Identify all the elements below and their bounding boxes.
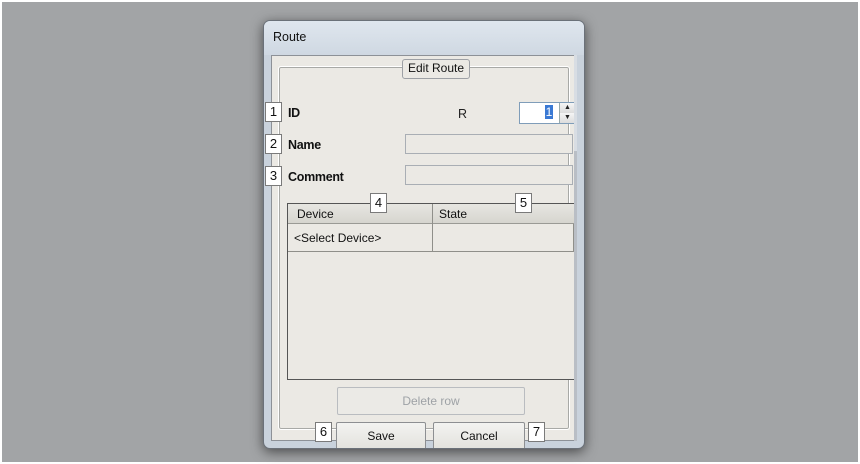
window-title: Route — [273, 30, 307, 44]
id-label: ID — [288, 106, 300, 120]
spinner-buttons: ▲ ▼ — [559, 103, 575, 123]
table-row[interactable]: <Select Device> — [288, 224, 574, 252]
spin-up-icon[interactable]: ▲ — [559, 103, 575, 113]
group-title: Edit Route — [402, 59, 471, 79]
device-cell[interactable]: <Select Device> — [294, 231, 381, 245]
scroll-thumb[interactable] — [574, 151, 577, 441]
save-button[interactable]: Save — [336, 422, 426, 448]
title-bar[interactable]: Route — [264, 21, 584, 55]
spin-down-icon[interactable]: ▼ — [559, 113, 575, 123]
callout-badge-cancel: 7 — [528, 422, 545, 442]
dialog-client-area: Edit Route 1 ID R 1 ▲ ▼ 2 Name 3 Comment — [265, 55, 576, 448]
comment-label: Comment — [288, 170, 344, 184]
route-dialog: Route Edit Route 1 ID R 1 ▲ ▼ 2 Name 3 C… — [263, 20, 585, 449]
callout-badge-state: 5 — [515, 193, 532, 213]
column-header-device[interactable]: Device — [297, 207, 334, 221]
callout-badge-name: 2 — [265, 134, 282, 154]
device-state-grid[interactable]: Device State <Select Device> — [287, 203, 576, 380]
callout-badge-id: 1 — [265, 102, 282, 122]
id-spinner[interactable]: 1 ▲ ▼ — [519, 102, 575, 124]
desktop-background: Route Edit Route 1 ID R 1 ▲ ▼ 2 Name 3 C… — [2, 2, 858, 462]
comment-input[interactable] — [405, 165, 573, 185]
callout-badge-comment: 3 — [265, 166, 282, 186]
name-input[interactable] — [405, 134, 573, 154]
id-spinner-value[interactable]: 1 — [545, 105, 553, 119]
callout-badge-save: 6 — [315, 422, 332, 442]
callout-badge-device: 4 — [370, 193, 387, 213]
name-label: Name — [288, 138, 321, 152]
column-header-state[interactable]: State — [439, 207, 467, 221]
delete-row-button[interactable]: Delete row — [337, 387, 525, 415]
cancel-button[interactable]: Cancel — [433, 422, 525, 448]
route-prefix-label: R — [458, 107, 468, 121]
